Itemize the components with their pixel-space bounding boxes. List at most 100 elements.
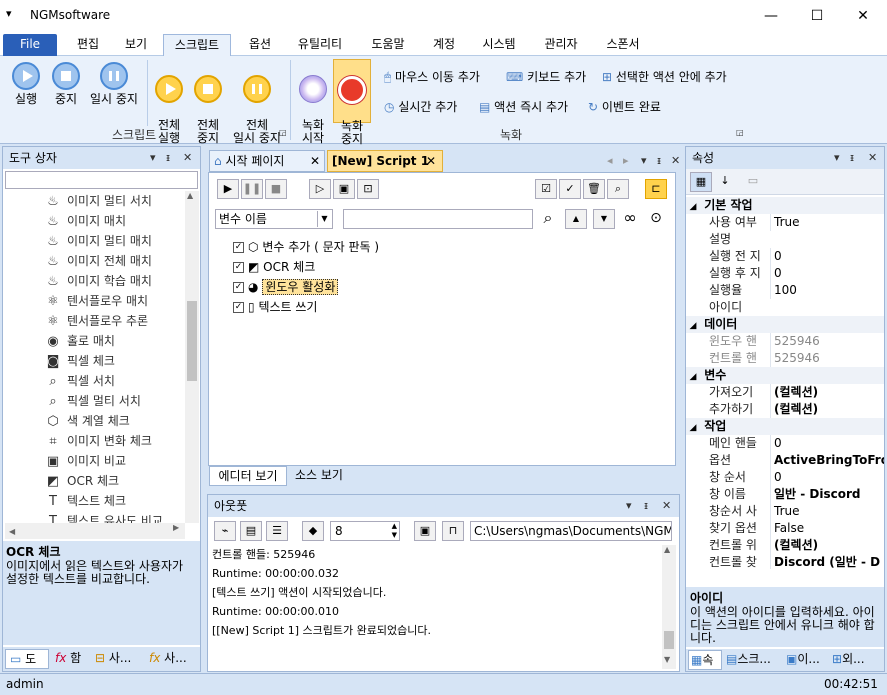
step-into-icon[interactable]: ▣: [333, 179, 355, 199]
variable-search-input[interactable]: [343, 209, 533, 229]
tree-item[interactable]: ✓ ◩ OCR 체크: [233, 257, 633, 277]
property-row[interactable]: 컨트롤 핸 525946: [686, 350, 884, 367]
property-value[interactable]: 525946: [770, 350, 884, 367]
tab-start-page[interactable]: ⌂ 시작 페이지 ✕: [209, 150, 325, 172]
property-value[interactable]: True: [770, 503, 884, 520]
property-row[interactable]: 아이디: [686, 299, 884, 316]
save-icon[interactable]: ▣: [414, 521, 436, 541]
property-value[interactable]: (컬렉션): [770, 384, 884, 401]
tree-item-selected[interactable]: ✓ ◕ 윈도우 활성화: [233, 277, 633, 297]
tab-options[interactable]: 옵션: [238, 34, 282, 56]
dialog-launcher-icon[interactable]: ◲: [736, 128, 744, 137]
tab-help[interactable]: 도움말: [360, 34, 416, 56]
add-inside-selected-button[interactable]: ⊞ 선택한 액션 안에 추가: [602, 68, 727, 85]
property-value[interactable]: 0: [770, 469, 884, 486]
toolbox-search-input[interactable]: [5, 171, 198, 189]
property-row[interactable]: 설명: [686, 231, 884, 248]
stop-button[interactable]: 중지: [46, 62, 86, 106]
pause-icon[interactable]: ❚❚: [241, 179, 263, 199]
minimize-button[interactable]: —: [748, 0, 794, 32]
scrollbar-thumb[interactable]: [664, 631, 674, 649]
up-icon[interactable]: ▲: [565, 209, 587, 229]
property-row[interactable]: 창 순서 0: [686, 469, 884, 486]
pin-icon[interactable]: ᵻ: [850, 147, 854, 169]
property-row[interactable]: 컨트롤 위 (컬렉션): [686, 537, 884, 554]
run-icon[interactable]: ▶: [217, 179, 239, 199]
property-row[interactable]: 찾기 옵션 False: [686, 520, 884, 537]
check-all-icon[interactable]: ☑: [535, 179, 557, 199]
event-complete-button[interactable]: ↻ 이벤트 완료: [588, 98, 661, 115]
property-category[interactable]: ◢ 기본 작업: [686, 197, 884, 214]
property-row[interactable]: 실행 후 지 0: [686, 265, 884, 282]
find-icon[interactable]: ⌕: [607, 179, 629, 199]
property-value[interactable]: 0: [770, 435, 884, 452]
add-mouse-move-button[interactable]: 🖱 마우스 이동 추가: [384, 68, 480, 85]
scroll-right-icon[interactable]: ▸: [623, 154, 629, 167]
toolbox-item[interactable]: ♨ 이미지 멀티 매치: [45, 231, 185, 251]
toolbox-item[interactable]: T 텍스트 체크: [45, 491, 185, 511]
log-path-input[interactable]: C:\Users\ngmas\Documents\NGM6\: [470, 521, 672, 541]
toolbox-item[interactable]: ⌗ 이미지 변화 체크: [45, 431, 185, 451]
toolbox-item[interactable]: ◩ OCR 체크: [45, 471, 185, 491]
property-category[interactable]: ◢ 작업: [686, 418, 884, 435]
step-over-icon[interactable]: ⊡: [357, 179, 379, 199]
user-function-tab[interactable]: fx 사...: [147, 649, 199, 669]
property-value[interactable]: True: [770, 214, 884, 231]
variable-select[interactable]: 변수 이름 ▼: [215, 209, 333, 229]
property-value[interactable]: 0: [770, 265, 884, 282]
tab-utility[interactable]: 유틸리티: [288, 34, 352, 56]
close-icon[interactable]: ✕: [671, 154, 680, 167]
pause-all-button[interactable]: 전체 일시 중지: [229, 62, 285, 145]
stop-icon[interactable]: ■: [265, 179, 287, 199]
tree-view-icon[interactable]: ⊏: [645, 179, 667, 199]
run-button[interactable]: 실행: [6, 62, 46, 106]
close-button[interactable]: ✕: [840, 0, 886, 32]
external-tab[interactable]: ⊞외...: [830, 650, 882, 670]
tab-edit[interactable]: 편집: [66, 34, 110, 56]
delete-icon[interactable]: 🗑: [583, 179, 605, 199]
list-icon[interactable]: ☰: [266, 521, 288, 541]
toolbox-item[interactable]: ♨ 이미지 학습 매치: [45, 271, 185, 291]
property-row[interactable]: 메인 핸들 0: [686, 435, 884, 452]
check-icon[interactable]: ✓: [559, 179, 581, 199]
scrollbar-thumb[interactable]: [187, 301, 197, 381]
close-icon[interactable]: ✕: [662, 495, 671, 517]
pin-icon[interactable]: ᵻ: [166, 147, 170, 169]
add-keyboard-button[interactable]: ⌨ 키보드 추가: [506, 68, 586, 85]
property-row[interactable]: 옵션 ActiveBringToFro: [686, 452, 884, 469]
dropdown-icon[interactable]: ▾: [641, 154, 647, 167]
dropdown-icon[interactable]: ▾: [834, 147, 840, 169]
tree-item[interactable]: ✓ ⬡ 변수 추가 ( 문자 판독 ): [233, 237, 633, 257]
property-value[interactable]: 0: [770, 248, 884, 265]
tab-script[interactable]: 스크립트: [163, 34, 231, 56]
toolbox-item[interactable]: ⌕ 픽셀 서치: [45, 371, 185, 391]
checkbox[interactable]: ✓: [233, 282, 244, 293]
categorized-icon[interactable]: ▦: [690, 172, 712, 192]
image-tab[interactable]: ▣이...: [784, 650, 828, 670]
property-value[interactable]: 525946: [770, 333, 884, 350]
tab-source-view[interactable]: 소스 보기: [289, 466, 349, 486]
stop-all-button[interactable]: 전체 중지: [189, 62, 227, 145]
output-scrollbar[interactable]: ▲ ▼: [662, 545, 676, 669]
sort-az-icon[interactable]: ↓: [714, 172, 736, 192]
checkbox[interactable]: ✓: [233, 262, 244, 273]
property-row[interactable]: 추가하기 (컬렉션): [686, 401, 884, 418]
toolbox-item[interactable]: ◙ 픽셀 체크: [45, 351, 185, 371]
maximize-button[interactable]: ☐: [794, 0, 840, 32]
pin-icon[interactable]: ᵻ: [657, 154, 661, 167]
dropdown-icon[interactable]: ▾: [150, 147, 156, 169]
tab-system[interactable]: 시스템: [474, 34, 524, 56]
property-row[interactable]: 창 이름 일반 - Discord: [686, 486, 884, 503]
property-row[interactable]: 윈도우 핸 525946: [686, 333, 884, 350]
toolbox-item[interactable]: ⚛ 텐서플로우 매치: [45, 291, 185, 311]
property-value[interactable]: 100: [770, 282, 884, 299]
property-value[interactable]: Discord (일반 - D: [770, 554, 884, 569]
toolbox-item[interactable]: ♨ 이미지 전체 매치: [45, 251, 185, 271]
toolbox-item[interactable]: ⬡ 색 계열 체크: [45, 411, 185, 431]
tab-view[interactable]: 보기: [114, 34, 158, 56]
add-realtime-button[interactable]: ◷ 실시간 추가: [384, 98, 457, 115]
tab-script1[interactable]: [New] Script 1 ✕: [327, 150, 443, 172]
scroll-left-icon[interactable]: ◂: [607, 154, 613, 167]
property-row[interactable]: 컨트롤 찾 Discord (일반 - D: [686, 554, 884, 569]
user-tab[interactable]: ⊟ 사...: [93, 649, 143, 669]
